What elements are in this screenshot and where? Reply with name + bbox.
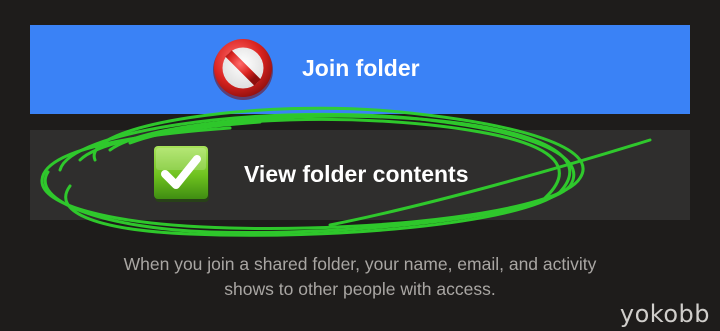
shared-folder-notice: When you join a shared folder, your name…: [40, 252, 680, 302]
checkmark-icon: [154, 146, 209, 202]
notice-line-2: shows to other people with access.: [224, 279, 496, 299]
view-folder-contents-button[interactable]: View folder contents: [30, 130, 690, 220]
prohibited-icon: [213, 39, 273, 100]
notice-line-1: When you join a shared folder, your name…: [123, 254, 597, 274]
join-folder-button[interactable]: Join folder: [30, 25, 690, 114]
join-folder-label: Join folder: [302, 55, 420, 81]
watermark: yokobb: [619, 300, 710, 328]
view-folder-contents-label: View folder contents: [244, 161, 469, 187]
